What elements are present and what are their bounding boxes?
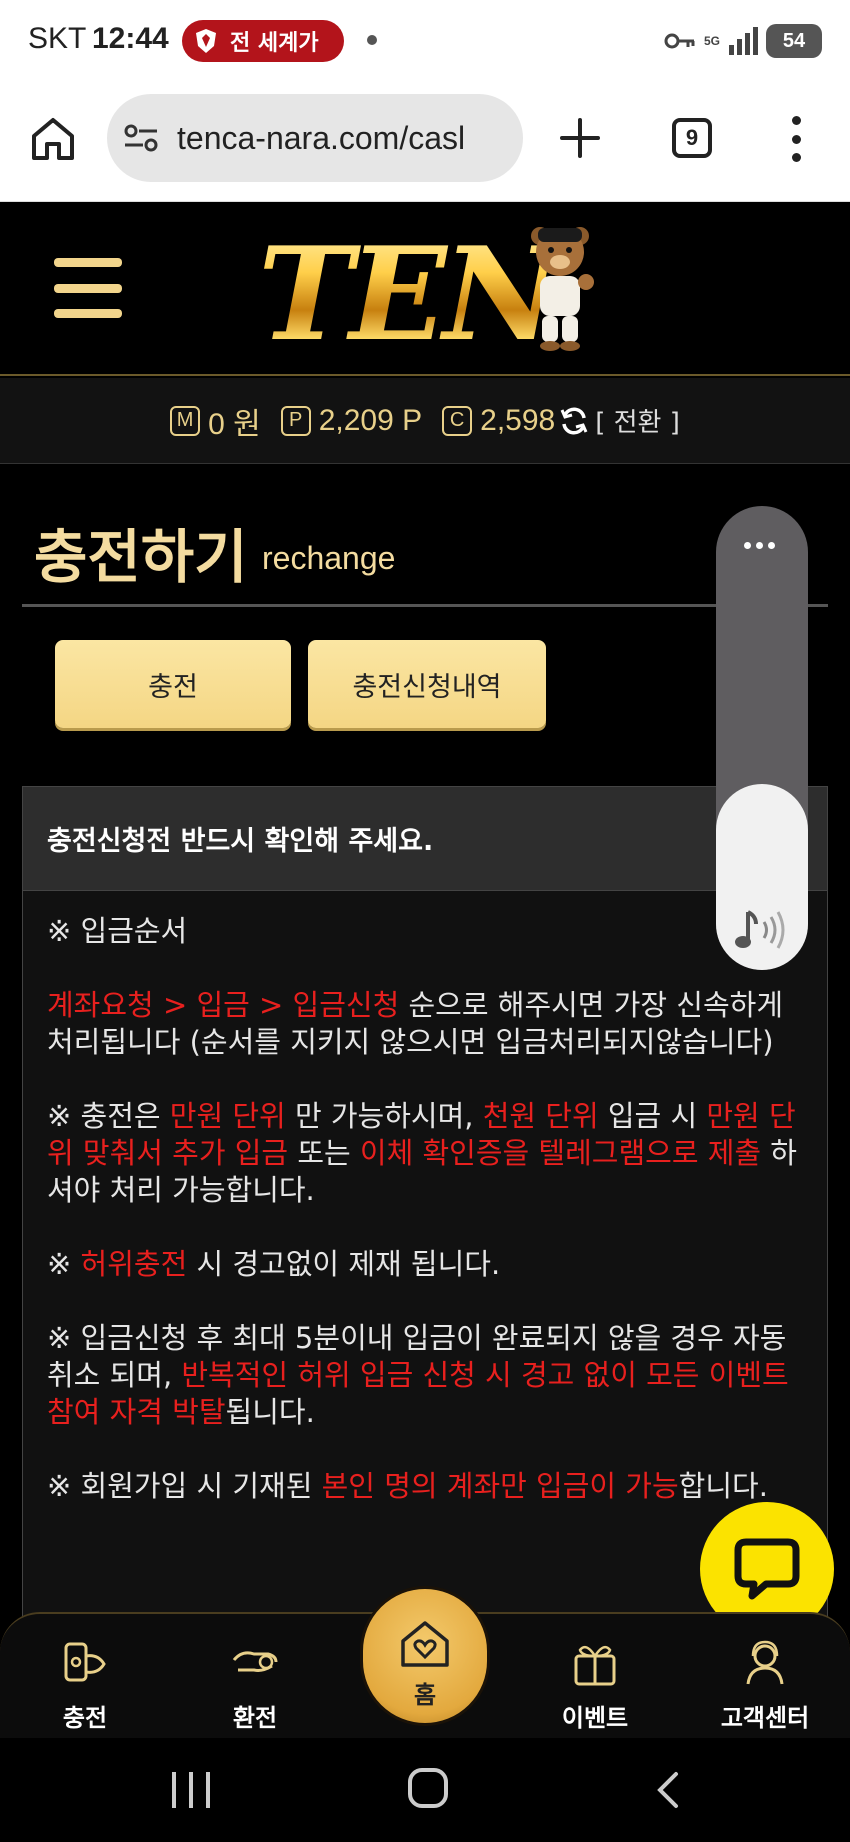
notice-text: 또는: [288, 1136, 360, 1170]
notice-body: ※ 입금순서 계좌요청 > 입금 > 입금신청 순으로 해주시면 가장 신속하게…: [23, 891, 827, 1505]
site-logo[interactable]: TEN: [258, 220, 560, 370]
tab-switcher-button[interactable]: 9: [672, 118, 712, 158]
clock: 12:44: [92, 22, 169, 55]
nav-label: 홈: [413, 1681, 437, 1709]
system-icons: 5G 54: [664, 24, 822, 58]
new-tab-icon[interactable]: [558, 116, 602, 160]
notification-pill[interactable]: 전 세계가: [182, 20, 344, 62]
music-note-icon: [735, 910, 785, 949]
recents-icon[interactable]: [172, 1772, 210, 1808]
system-home-icon[interactable]: [408, 1768, 448, 1808]
battery-indicator: 54: [766, 24, 822, 58]
carrier-label: SKT: [28, 22, 87, 55]
notice-highlight: 만원 단위: [169, 1099, 286, 1133]
exchange-icon: [232, 1651, 278, 1672]
charge-icon: [64, 1642, 106, 1682]
notice-text: 입금 시: [598, 1099, 707, 1133]
page-title: 충전하기: [34, 523, 248, 591]
money-value: 0 원: [208, 407, 261, 441]
nav-item-event[interactable]: 이벤트: [525, 1614, 665, 1740]
notice-highlight: 허위충전: [80, 1247, 188, 1281]
more-options-icon[interactable]: [744, 542, 775, 549]
notice-text: 됩니다.: [225, 1395, 315, 1429]
more-menu-icon[interactable]: [788, 116, 804, 162]
notice-highlight: 본인 명의 계좌만 입금이 가능: [321, 1469, 679, 1503]
nav-item-exchange[interactable]: 환전: [185, 1614, 325, 1740]
home-heart-icon: [401, 1621, 449, 1667]
point-value: 2,209 P: [318, 403, 423, 437]
network-type: 5G: [703, 34, 720, 48]
nav-label: 충전: [62, 1704, 108, 1732]
notice-paragraph: ※ 회원가입 시 기재된 본인 명의 계좌만 입금이 가능합니다.: [47, 1468, 803, 1505]
media-volume-widget[interactable]: [716, 506, 808, 970]
nav-item-support[interactable]: 고객센터: [695, 1614, 835, 1740]
point-balance: P 2,209 P: [280, 403, 423, 438]
address-bar[interactable]: tenca-nara.com/casl: [107, 94, 523, 182]
notice-section-title: ※ 입금순서: [47, 914, 188, 948]
nav-label: 환전: [232, 1704, 278, 1732]
notice-text: 시 경고없이 제재 됩니다.: [187, 1247, 501, 1281]
bear-mascot-icon: [531, 227, 594, 351]
notice-paragraph: ※ 충전은 만원 단위 만 가능하시며, 천원 단위 입금 시 만원 단위 맞춰…: [47, 1098, 803, 1209]
volume-slider-handle[interactable]: [716, 784, 808, 970]
coin-value: 2,598: [480, 403, 556, 437]
notice-highlight: 계좌요청 > 입금 > 입금신청: [47, 988, 400, 1022]
site-header: TEN: [0, 202, 850, 376]
notice-text: ※ 회원가입 시 기재된: [47, 1469, 322, 1503]
notice-text: 만 가능하시며,: [285, 1099, 483, 1133]
point-badge: P: [280, 405, 311, 436]
browser-home-icon[interactable]: [30, 116, 76, 162]
notification-dot: [367, 35, 377, 45]
notice-text: ※: [47, 1247, 81, 1281]
notice-panel: 충전신청전 반드시 확인해 주세요. ※ 입금순서 계좌요청 > 입금 > 입금…: [22, 786, 828, 1646]
notice-paragraph: ※ 입금신청 후 최대 5분이내 입금이 완료되지 않을 경우 자동 취소 되며…: [47, 1320, 803, 1431]
signal-icon: [729, 27, 758, 55]
key-icon: [664, 33, 695, 49]
back-icon[interactable]: [652, 1770, 682, 1810]
tab-charge-history[interactable]: 충전신청내역: [308, 640, 546, 728]
tab-charge[interactable]: 충전: [55, 640, 291, 728]
coin-balance: C 2,598 [ 전환 ]: [442, 402, 680, 439]
system-nav-bar: [0, 1738, 850, 1842]
browser-toolbar: tenca-nara.com/casl 9: [0, 80, 850, 202]
money-balance: M 0 원: [170, 399, 261, 443]
nav-item-home[interactable]: 홈: [360, 1586, 490, 1726]
money-badge: M: [170, 405, 201, 436]
notification-text: 전 세계가: [230, 31, 319, 56]
notice-text: 합니다.: [678, 1469, 768, 1503]
support-icon: [746, 1640, 784, 1685]
notice-paragraph: 계좌요청 > 입금 > 입금신청 순으로 해주시면 가장 신속하게 처리됩니다 …: [47, 987, 803, 1061]
notice-heading: 충전신청전 반드시 확인해 주세요.: [23, 787, 827, 891]
nav-item-charge[interactable]: 충전: [15, 1614, 155, 1740]
switch-button[interactable]: [ 전환 ]: [595, 402, 680, 439]
notice-highlight: 천원 단위: [482, 1099, 599, 1133]
page-subtitle: rechange: [262, 540, 396, 576]
coin-badge: C: [442, 405, 473, 436]
site-settings-icon[interactable]: [123, 123, 159, 153]
title-divider: [22, 604, 828, 607]
notice-paragraph: ※ 허위충전 시 경고없이 제재 됩니다.: [47, 1246, 803, 1283]
balance-bar: M 0 원 P 2,209 P C 2,598 [ 전환 ]: [0, 378, 850, 464]
notice-text: ※ 충전은: [47, 1099, 170, 1133]
status-bar: SKT 12:44 전 세계가 5G 54: [0, 0, 850, 80]
url-text: tenca-nara.com/casl: [177, 119, 466, 156]
refresh-icon[interactable]: [559, 406, 589, 436]
nav-label: 고객센터: [720, 1704, 810, 1732]
gift-icon: [574, 1645, 616, 1686]
menu-icon[interactable]: [54, 258, 122, 318]
nav-label: 이벤트: [561, 1704, 629, 1732]
notice-highlight: 이체 확인증을 텔레그램으로 제출: [359, 1136, 762, 1170]
chat-icon: [734, 1538, 800, 1600]
shield-icon: [196, 29, 216, 53]
